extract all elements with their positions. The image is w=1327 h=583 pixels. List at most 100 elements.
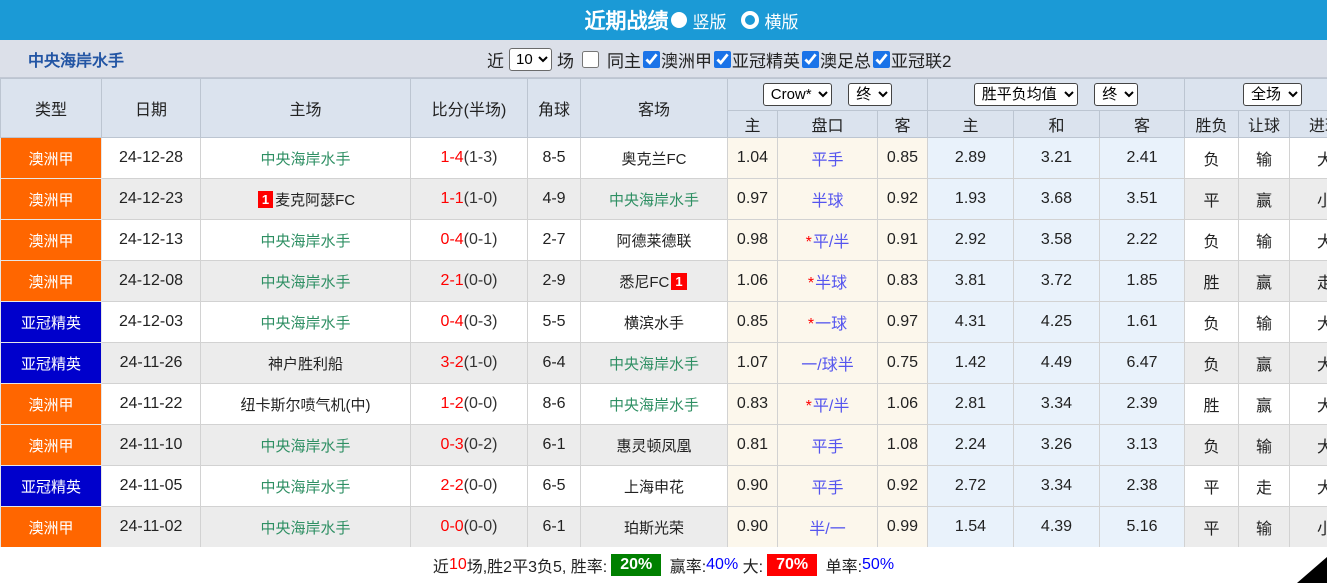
away-team-name[interactable]: 珀斯光荣 — [624, 520, 684, 537]
horizontal-layout-radio[interactable] — [740, 11, 759, 29]
corner-score: 2-9 — [527, 260, 581, 302]
home-team[interactable]: 纽卡斯尔喷气机(中) — [200, 383, 411, 425]
handicap-line: 平手 — [777, 465, 878, 507]
table-row: 澳洲甲 24-12-23 1 麦克阿瑟FC 1-1(1-0) 4-9 中央海岸水手… — [0, 178, 1327, 220]
avg-win-odds: 1.93 — [927, 178, 1014, 220]
vertical-layout-label[interactable]: 竖版 — [693, 8, 727, 33]
goals-result-cell: 大 — [1289, 424, 1327, 466]
summary-segment: 近 — [432, 559, 449, 576]
home-team-name[interactable]: 中央海岸水手 — [260, 233, 350, 250]
col-header-avg-draw: 和 — [1013, 110, 1100, 138]
away-team[interactable]: 悉尼FC 1 — [580, 260, 728, 302]
league-checkbox[interactable] — [802, 50, 819, 68]
avg-odds-select[interactable]: 胜平负均值 — [973, 83, 1078, 106]
home-team-name[interactable]: 神户胜利船 — [268, 356, 343, 373]
league-checkbox-label[interactable]: 亚冠联2 — [891, 47, 951, 72]
home-team[interactable]: 神户胜利船 — [200, 342, 411, 384]
goals-result-cell: 小 — [1289, 506, 1327, 548]
home-team[interactable]: 1 麦克阿瑟FC — [200, 178, 411, 220]
horizontal-layout-label[interactable]: 横版 — [765, 8, 799, 33]
away-team-name[interactable]: 奥克兰FC — [622, 151, 687, 168]
handicap-line: 半球 — [777, 178, 878, 220]
home-team-name[interactable]: 纽卡斯尔喷气机(中) — [241, 397, 371, 414]
page-title: 近期战绩 — [584, 10, 669, 33]
league-type-badge: 澳洲甲 — [0, 506, 102, 548]
summary-segment: 10 — [448, 556, 467, 573]
away-team-name[interactable]: 上海申花 — [624, 479, 684, 496]
handicap-away-odds: 0.85 — [877, 137, 928, 179]
home-team-name[interactable]: 中央海岸水手 — [260, 438, 350, 455]
away-team[interactable]: 中央海岸水手 — [580, 178, 728, 220]
handicap-odds-time-select[interactable]: 终 — [848, 83, 893, 106]
handicap-home-odds: 1.04 — [727, 137, 778, 179]
handicap-home-odds: 1.07 — [727, 342, 778, 384]
home-team[interactable]: 中央海岸水手 — [200, 465, 411, 507]
home-team[interactable]: 中央海岸水手 — [200, 260, 411, 302]
match-score: 1-4(1-3) — [410, 137, 528, 179]
away-team-name[interactable]: 阿德莱德联 — [616, 233, 691, 250]
away-team-name[interactable]: 中央海岸水手 — [609, 192, 699, 209]
recent-count-select[interactable]: 10 — [509, 47, 552, 71]
summary-segment: 40% — [706, 556, 739, 573]
col-header-type: 类型 — [0, 78, 102, 138]
league-checkbox-label[interactable]: 澳足总 — [820, 47, 871, 72]
away-team[interactable]: 中央海岸水手 — [580, 342, 728, 384]
away-team[interactable]: 惠灵顿凤凰 — [580, 424, 728, 466]
handicap-line-text: 平/半 — [812, 234, 850, 251]
league-checkbox[interactable] — [873, 50, 890, 68]
handicap-result-cell: 走 — [1238, 465, 1291, 507]
team-name-link[interactable]: 中央海岸水手 — [28, 47, 124, 71]
handicap-result-cell: 输 — [1238, 219, 1291, 261]
away-team[interactable]: 中央海岸水手 — [580, 383, 728, 425]
league-checkbox[interactable] — [714, 50, 731, 68]
recent-suffix-label: 场 — [557, 51, 574, 71]
same-home-checkbox[interactable] — [582, 50, 599, 68]
home-team-name[interactable]: 中央海岸水手 — [260, 520, 350, 537]
away-team[interactable]: 横滨水手 — [580, 301, 728, 343]
league-checkbox-label[interactable]: 亚冠精英 — [732, 47, 800, 72]
home-team[interactable]: 中央海岸水手 — [200, 301, 411, 343]
league-checkbox[interactable] — [643, 50, 660, 68]
odds-company-select[interactable]: Crow* — [762, 83, 832, 106]
home-team[interactable]: 中央海岸水手 — [200, 219, 411, 261]
away-team[interactable]: 珀斯光荣 — [580, 506, 728, 548]
resize-corner-handle[interactable] — [1297, 557, 1327, 583]
home-team[interactable]: 中央海岸水手 — [200, 137, 411, 179]
home-team-name[interactable]: 中央海岸水手 — [260, 479, 350, 496]
league-type-badge: 亚冠精英 — [0, 342, 102, 384]
home-team-name[interactable]: 中央海岸水手 — [260, 274, 350, 291]
handicap-result-cell: 赢 — [1238, 383, 1291, 425]
col-header-score: 比分(半场) — [410, 78, 528, 138]
scope-select[interactable]: 全场 — [1243, 83, 1303, 106]
vertical-layout-radio[interactable] — [670, 12, 687, 28]
corner-score: 4-9 — [527, 178, 581, 220]
handicap-home-odds: 0.98 — [727, 219, 778, 261]
match-date: 24-12-13 — [101, 219, 201, 261]
league-checkbox-label[interactable]: 澳洲甲 — [661, 47, 712, 72]
avg-lose-odds: 2.22 — [1098, 219, 1186, 261]
avg-odds-time-select[interactable]: 终 — [1094, 83, 1139, 106]
home-team-name[interactable]: 麦克阿瑟FC — [275, 192, 355, 209]
home-team-name[interactable]: 中央海岸水手 — [260, 151, 350, 168]
home-team[interactable]: 中央海岸水手 — [200, 424, 411, 466]
away-team[interactable]: 阿德莱德联 — [580, 219, 728, 261]
goals-result-cell: 大 — [1289, 465, 1327, 507]
avg-lose-odds: 2.39 — [1098, 383, 1186, 425]
handicap-line-text: 平手 — [811, 152, 844, 169]
half-time-score: (1-0) — [463, 190, 498, 207]
handicap-line-text: 半/一 — [809, 521, 846, 538]
away-team-name[interactable]: 横滨水手 — [624, 315, 684, 332]
away-team-name[interactable]: 中央海岸水手 — [609, 397, 699, 414]
avg-draw-odds: 4.25 — [1013, 301, 1100, 343]
match-date: 24-11-02 — [101, 506, 201, 548]
away-team-name[interactable]: 中央海岸水手 — [609, 356, 699, 373]
home-team-name[interactable]: 中央海岸水手 — [260, 315, 350, 332]
avg-win-odds: 1.54 — [927, 506, 1014, 548]
away-team-name[interactable]: 惠灵顿凤凰 — [616, 438, 691, 455]
avg-draw-odds: 4.49 — [1013, 342, 1100, 384]
col-header-result: 胜负 — [1184, 110, 1240, 138]
away-team-name[interactable]: 悉尼FC — [619, 274, 669, 291]
away-team[interactable]: 奥克兰FC — [580, 137, 728, 179]
away-team[interactable]: 上海申花 — [580, 465, 728, 507]
home-team[interactable]: 中央海岸水手 — [200, 506, 411, 548]
